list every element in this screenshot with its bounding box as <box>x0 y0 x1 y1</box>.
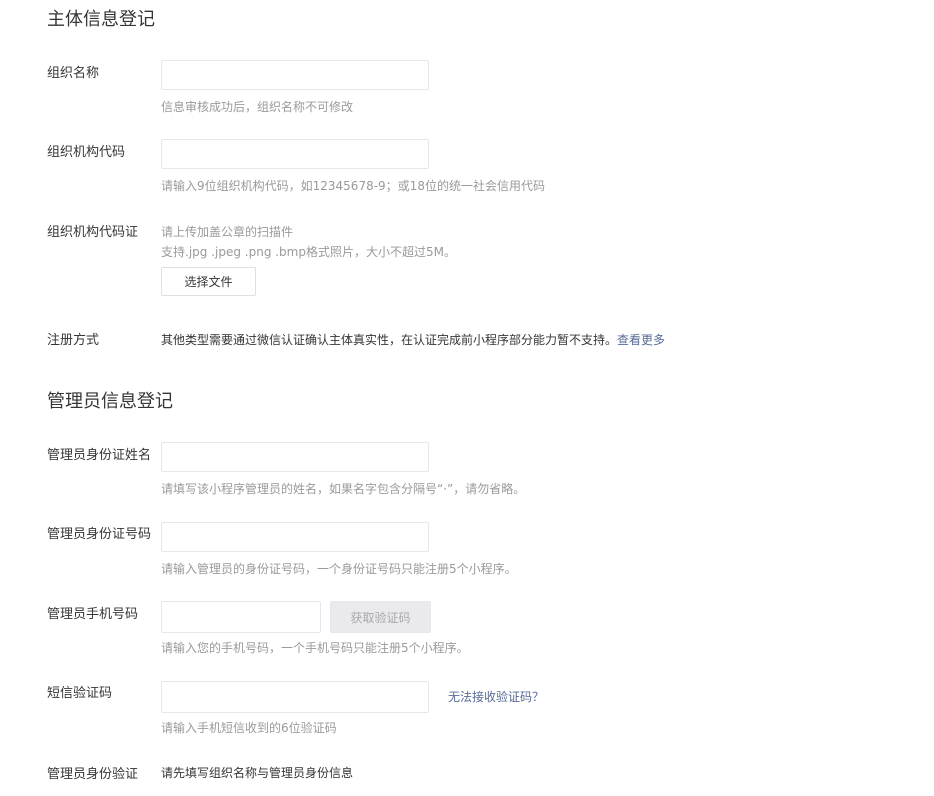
admin-id-input[interactable] <box>161 522 429 552</box>
view-more-link[interactable]: 查看更多 <box>617 333 665 347</box>
admin-phone-label: 管理员手机号码 <box>47 607 139 622</box>
entity-section-title: 主体信息登记 <box>47 9 155 30</box>
org-code-label: 组织机构代码 <box>47 145 126 160</box>
cannot-receive-code-link[interactable]: 无法接收验证码？ <box>448 688 544 706</box>
org-cert-hint-2: 支持.jpg .jpeg .png .bmp格式照片，大小不超过5M。 <box>161 245 456 259</box>
org-code-hint: 请输入9位组织机构代码，如12345678-9；或18位的统一社会信用代码 <box>161 179 545 193</box>
org-cert-label: 组织机构代码证 <box>47 225 139 240</box>
org-code-input[interactable] <box>161 139 429 169</box>
register-method-label: 注册方式 <box>47 333 100 348</box>
org-name-label: 组织名称 <box>47 66 100 81</box>
org-name-hint: 信息审核成功后，组织名称不可修改 <box>161 100 354 114</box>
admin-name-label: 管理员身份证姓名 <box>47 448 152 463</box>
admin-id-label: 管理员身份证号码 <box>47 527 152 542</box>
admin-phone-hint: 请输入您的手机号码，一个手机号码只能注册5个小程序。 <box>161 641 469 655</box>
register-method-description: 其他类型需要通过微信认证确认主体真实性，在认证完成前小程序部分能力暂不支持。 <box>161 333 618 347</box>
org-name-input[interactable] <box>161 60 429 90</box>
admin-section-title: 管理员信息登记 <box>47 391 173 412</box>
admin-name-input[interactable] <box>161 442 429 472</box>
sms-code-label: 短信验证码 <box>47 686 113 701</box>
registration-form: 主体信息登记 组织名称 信息审核成功后，组织名称不可修改 组织机构代码 请输入9… <box>0 0 934 796</box>
admin-id-hint: 请输入管理员的身份证号码，一个身份证号码只能注册5个小程序。 <box>161 562 517 576</box>
admin-verify-label: 管理员身份验证 <box>47 767 139 782</box>
sms-code-input[interactable] <box>161 681 429 713</box>
admin-phone-input[interactable] <box>161 601 321 633</box>
get-code-button[interactable]: 获取验证码 <box>330 601 431 633</box>
register-method-text: 其他类型需要通过微信认证确认主体真实性，在认证完成前小程序部分能力暂不支持。查看… <box>161 331 665 349</box>
choose-file-button[interactable]: 选择文件 <box>161 267 256 296</box>
admin-verify-text: 请先填写组织名称与管理员身份信息 <box>161 766 354 780</box>
admin-name-hint: 请填写该小程序管理员的姓名，如果名字包含分隔号“·”，请勿省略。 <box>161 482 526 496</box>
org-cert-hint-1: 请上传加盖公章的扫描件 <box>161 225 294 239</box>
sms-code-hint: 请输入手机短信收到的6位验证码 <box>161 721 337 735</box>
